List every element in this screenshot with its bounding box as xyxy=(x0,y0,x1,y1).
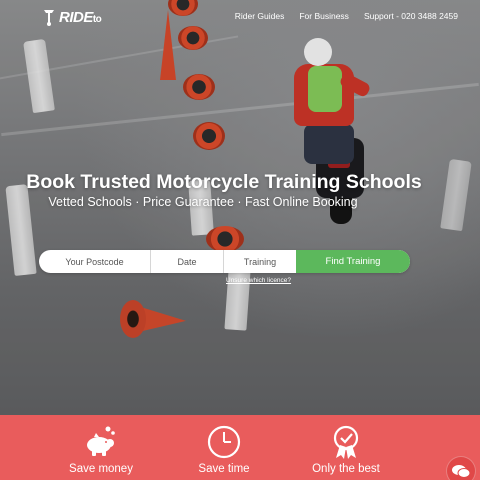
training-search-bar: Your Postcode Date Training Find Trainin… xyxy=(39,250,410,273)
feature-label: Only the best xyxy=(312,463,380,475)
feature-save-time: Save time xyxy=(179,415,269,475)
rideto-logo[interactable]: RIDEto xyxy=(42,8,102,26)
training-select[interactable]: Training xyxy=(224,250,296,273)
nav-rider-guides[interactable]: Rider Guides xyxy=(235,11,285,21)
piggy-bank-icon xyxy=(87,426,115,456)
date-select[interactable]: Date xyxy=(151,250,224,273)
hero-headline: Book Trusted Motorcycle Training Schools xyxy=(26,171,422,193)
feature-save-money: Save money xyxy=(56,415,146,475)
nav-for-business[interactable]: For Business xyxy=(299,11,349,21)
top-nav: Rider Guides For Business Support - 020 … xyxy=(235,11,458,21)
feature-label: Save time xyxy=(198,463,250,475)
logo-text: RIDEto xyxy=(59,8,102,26)
find-training-button[interactable]: Find Training xyxy=(296,250,410,273)
nav-support[interactable]: Support - 020 3488 2459 xyxy=(364,11,458,21)
unsure-licence-link[interactable]: Unsure which licence? xyxy=(226,277,291,284)
features-strip: Save money Save time Only the best xyxy=(0,415,480,480)
logo-motorcycle-icon xyxy=(44,10,54,26)
hero-subline: Vetted Schools · Price Guarantee · Fast … xyxy=(48,195,358,209)
clock-icon xyxy=(207,425,241,459)
feature-only-the-best: Only the best xyxy=(301,415,391,475)
feature-label: Save money xyxy=(69,463,133,475)
postcode-input[interactable]: Your Postcode xyxy=(39,250,151,273)
award-ribbon-icon xyxy=(333,425,359,459)
chat-bubble-icon xyxy=(452,465,470,478)
chat-button[interactable] xyxy=(446,456,476,480)
